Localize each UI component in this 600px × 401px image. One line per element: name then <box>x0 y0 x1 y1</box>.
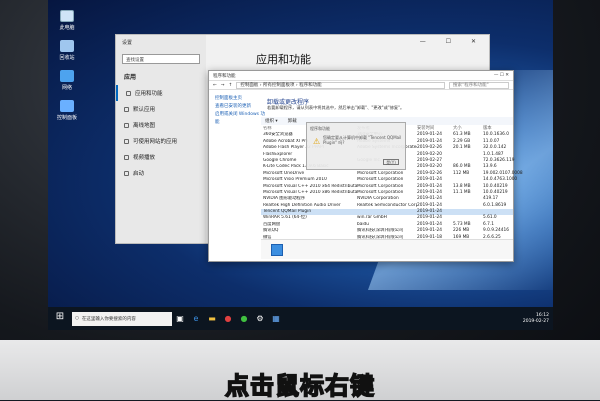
cp-status-bar <box>261 239 513 259</box>
settings-nav-offline-maps[interactable]: 离线地图 <box>116 117 206 133</box>
uninstall-button[interactable]: 卸载 <box>288 118 297 124</box>
cp-breadcrumb[interactable]: 控制面板 › 所有控制面板项 › 程序和功能 <box>236 81 445 89</box>
settings-nav-video[interactable]: 视频播放 <box>116 149 206 165</box>
nav-label: 默认应用 <box>133 107 156 113</box>
control-panel-taskbar-icon[interactable]: ▦ <box>270 313 282 325</box>
list-icon <box>126 90 131 96</box>
cp-window-controls[interactable]: — ☐ ✕ <box>494 73 509 78</box>
file-explorer-icon[interactable]: ▬ <box>206 313 218 325</box>
video-caption: 点击鼠标右键 <box>224 371 375 401</box>
cp-titlebar: 程序和功能 — ☐ ✕ <box>209 71 513 80</box>
clock-date: 2019-02-27 <box>522 318 549 324</box>
settings-nav-startup[interactable]: 启动 <box>116 165 206 181</box>
cp-link-windows-features[interactable]: 启用或关闭 Windows 功能 <box>215 111 265 127</box>
map-icon <box>124 122 129 128</box>
desktop-icon-label: 控制面板 <box>56 115 77 121</box>
dialog-yes-button[interactable]: 是(Y) <box>383 159 399 165</box>
back-arrow-icon[interactable]: ← <box>213 83 217 88</box>
nav-label: 视频播放 <box>133 155 156 161</box>
desktop-icon-label: 回收站 <box>59 55 75 61</box>
settings-page-title: 应用和功能 <box>256 53 311 66</box>
video-icon <box>124 154 129 160</box>
cp-subtitle: 若要卸载程序，请从列表中将其选中，然后单击"卸载"、"更改"或"修复"。 <box>267 105 405 110</box>
settings-search-input[interactable]: 查找设置 <box>122 54 200 64</box>
organize-button[interactable]: 组织 ▾ <box>265 118 278 124</box>
program-icon <box>271 244 283 256</box>
desktop-icon-this-pc[interactable]: 此电脑 <box>52 10 82 31</box>
settings-nav-apps-features[interactable]: 应用和功能 <box>116 85 206 101</box>
list-icon <box>124 106 129 112</box>
app-icon[interactable]: ● <box>238 313 250 325</box>
settings-window-controls[interactable]: — ☐ ✕ <box>420 38 485 45</box>
nav-label: 启动 <box>133 171 145 177</box>
settings-nav-apps-websites[interactable]: 可使用网站的应用 <box>116 133 206 149</box>
cp-search-input[interactable]: 搜索"程序和功能" <box>449 81 509 89</box>
edge-icon[interactable]: e <box>190 313 202 325</box>
browser-icon[interactable]: ● <box>222 313 234 325</box>
system-tray-clock[interactable]: 16:12 2019-02-27 <box>523 313 553 325</box>
control-panel-icon <box>60 100 74 112</box>
settings-gear-icon[interactable]: ⚙ <box>254 313 266 325</box>
dialog-message: 您确定要从计算机中卸载 "Tencent QQMail Plugin" 吗? <box>323 135 402 145</box>
nav-label: 可使用网站的应用 <box>133 139 178 145</box>
taskbar-search-placeholder: 在这里输入你要搜索的内容 <box>81 316 136 322</box>
desktop: 此电脑 回收站 网络 控制面板 设置 查找设置 应用 应用和功能 默认应用 离线… <box>48 0 553 330</box>
settings-sidebar: 设置 查找设置 应用 应用和功能 默认应用 离线地图 可使用网站的应用 视频播放… <box>116 35 206 243</box>
desktop-icon-control-panel[interactable]: 控制面板 <box>52 100 82 121</box>
up-arrow-icon[interactable]: ↑ <box>229 83 233 88</box>
cp-link-home[interactable]: 控制面板主页 <box>215 95 265 103</box>
cp-link-installed-updates[interactable]: 查看已安装的更新 <box>215 103 265 111</box>
forward-arrow-icon[interactable]: → <box>221 83 225 88</box>
desktop-icon-label: 此电脑 <box>59 25 75 31</box>
warning-icon: ⚠ <box>313 137 321 146</box>
settings-section-title: 应用 <box>124 74 137 81</box>
settings-title: 设置 <box>122 40 133 46</box>
nav-label: 离线地图 <box>133 123 156 129</box>
link-icon <box>124 138 129 144</box>
dialog-title: 程序和功能 <box>310 126 330 131</box>
computer-icon <box>60 10 74 22</box>
cp-window-title: 程序和功能 <box>213 74 236 79</box>
taskbar-search-input[interactable]: ○ 在这里输入你要搜索的内容 <box>72 311 172 326</box>
taskbar: ⊞ ○ 在这里输入你要搜索的内容 ▣ e ▬ ● ● ⚙ ▦ 16:12 201… <box>48 307 553 330</box>
desktop-icon-label: 网络 <box>61 85 72 91</box>
recycle-bin-icon <box>60 40 74 52</box>
desktop-icon-recycle-bin[interactable]: 回收站 <box>52 40 82 61</box>
startup-icon <box>124 170 129 176</box>
cp-left-links: 控制面板主页 查看已安装的更新 启用或关闭 Windows 功能 <box>215 95 265 127</box>
network-icon <box>60 70 74 82</box>
search-icon: ○ <box>75 316 79 321</box>
desktop-icon-network[interactable]: 网络 <box>52 70 82 91</box>
task-view-icon[interactable]: ▣ <box>174 313 186 325</box>
cp-address-row: ← → ↑ 控制面板 › 所有控制面板项 › 程序和功能 搜索"程序和功能" <box>209 80 513 90</box>
uninstall-confirm-dialog: 程序和功能 ⚠ 您确定要从计算机中卸载 "Tencent QQMail Plug… <box>306 122 406 170</box>
settings-nav-default-apps[interactable]: 默认应用 <box>116 101 206 117</box>
windows-start-icon[interactable]: ⊞ <box>52 311 68 327</box>
nav-label: 应用和功能 <box>135 91 163 97</box>
